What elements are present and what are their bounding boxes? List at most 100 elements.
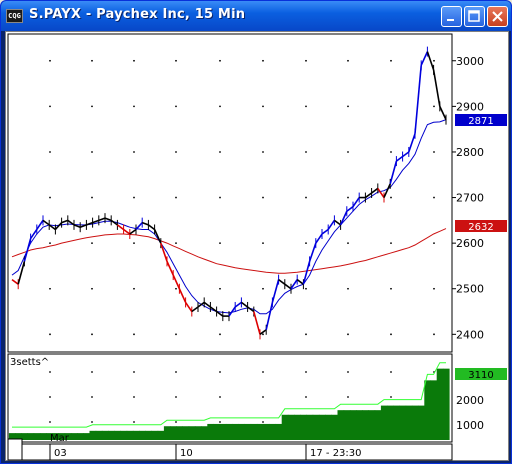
price-tick-label: 2900 xyxy=(456,100,484,113)
grid-dot xyxy=(91,421,93,423)
grid-dot xyxy=(133,333,135,336)
chart-window: CQG S.PAYX - Paychex Inc, 15 Min 3000 290… xyxy=(0,0,512,464)
grid-dot xyxy=(219,105,221,108)
grid-dot xyxy=(305,371,307,373)
grid-dot xyxy=(347,59,349,62)
grid-dot xyxy=(305,59,307,62)
volume-bar xyxy=(182,426,190,440)
volume-bar xyxy=(250,423,258,440)
volume-panel-label: 3setts^ xyxy=(10,357,49,368)
maximize-icon xyxy=(468,10,480,22)
grid-dot xyxy=(433,196,435,199)
title-bar[interactable]: CQG S.PAYX - Paychex Inc, 15 Min xyxy=(1,1,511,31)
price-tick-label: 2600 xyxy=(456,237,484,250)
grid-dot xyxy=(262,59,264,62)
volume-bar xyxy=(356,410,363,440)
volume-bar xyxy=(393,405,400,440)
volume-bar xyxy=(157,430,165,440)
grid-dot xyxy=(219,396,221,398)
grid-dot xyxy=(347,242,349,245)
grid-dot xyxy=(133,105,135,108)
grid-dot xyxy=(133,59,135,62)
grid-dot xyxy=(262,105,264,108)
volume-bar xyxy=(188,426,196,440)
volume-bar xyxy=(201,426,208,440)
grid-dot xyxy=(49,421,51,423)
volume-bar xyxy=(163,426,171,440)
minimize-button[interactable] xyxy=(441,6,462,27)
grid-dot xyxy=(91,333,93,336)
volume-bar xyxy=(263,423,270,440)
volume-bar xyxy=(399,405,407,440)
volume-bar xyxy=(238,423,245,440)
grid-dot xyxy=(219,151,221,153)
volume-last-label: 3110 xyxy=(468,370,493,381)
volume-bar xyxy=(176,426,183,440)
volume-bar xyxy=(306,414,314,440)
grid-dot xyxy=(262,421,264,423)
grid-dot xyxy=(49,287,51,290)
time-label: 10 xyxy=(180,448,193,459)
volume-bar xyxy=(269,423,276,440)
grid-dot xyxy=(433,151,435,153)
grid-dot xyxy=(390,333,392,336)
volume-bar xyxy=(89,430,97,440)
grid-dot xyxy=(219,371,221,373)
volume-bar xyxy=(132,430,140,440)
volume-tick: 2000 xyxy=(456,394,484,407)
grid-dot xyxy=(347,151,349,153)
volume-bar xyxy=(325,414,332,440)
grid-dot xyxy=(390,287,392,290)
grid-dot xyxy=(347,105,349,108)
volume-bar xyxy=(213,423,221,440)
volume-bar xyxy=(108,430,115,440)
chart-area[interactable]: 3000 2900 2800 2700 2600 2500 2400 2871 2632 3… xyxy=(5,31,509,461)
grid-dot xyxy=(175,396,177,398)
grid-dot xyxy=(305,333,307,336)
price-tick-label: 2700 xyxy=(456,192,484,205)
volume-bar xyxy=(225,423,233,440)
grid-dot xyxy=(49,105,51,108)
volume-bar xyxy=(232,423,239,440)
volume-tick: 1000 xyxy=(456,419,484,432)
grid-dot xyxy=(175,287,177,290)
volume-bar xyxy=(83,433,90,440)
grid-dot xyxy=(91,151,93,153)
grid-dot xyxy=(433,287,435,290)
price-tick-label: 2500 xyxy=(456,283,484,296)
grid-dot xyxy=(175,151,177,153)
grid-dot xyxy=(347,371,349,373)
volume-bar xyxy=(95,430,103,440)
grid-dot xyxy=(49,59,51,62)
volume-bar xyxy=(380,405,388,440)
close-icon xyxy=(492,11,503,22)
grid-dot xyxy=(305,396,307,398)
grid-dot xyxy=(49,242,51,245)
grid-dot xyxy=(133,242,135,245)
volume-bar xyxy=(33,433,41,440)
price-axis: 3000 2900 2800 2700 2600 2500 2400 xyxy=(452,55,484,341)
grid-dot xyxy=(175,105,177,108)
price-chart[interactable]: 3000 2900 2800 2700 2600 2500 2400 2871 2632 3… xyxy=(6,32,510,462)
volume-bar xyxy=(281,414,289,440)
volume-bar xyxy=(126,430,134,440)
grid-dot xyxy=(175,59,177,62)
volume-bar xyxy=(139,430,146,440)
volume-bar xyxy=(442,368,450,440)
grid-dot xyxy=(175,196,177,199)
grid-dot xyxy=(133,151,135,153)
volume-bar xyxy=(312,414,320,440)
scroll-handle[interactable] xyxy=(7,438,23,461)
volume-bar xyxy=(39,433,47,440)
grid-dot xyxy=(347,333,349,336)
maximize-button[interactable] xyxy=(464,6,485,27)
grid-dot xyxy=(390,242,392,245)
volume-bar xyxy=(114,430,121,440)
volume-bar xyxy=(194,426,202,440)
volume-bar xyxy=(374,410,382,440)
grid-dot xyxy=(91,396,93,398)
grid-dot xyxy=(433,105,435,108)
grid-dot xyxy=(49,333,51,336)
grid-dot xyxy=(390,151,392,153)
close-button[interactable] xyxy=(487,6,508,27)
